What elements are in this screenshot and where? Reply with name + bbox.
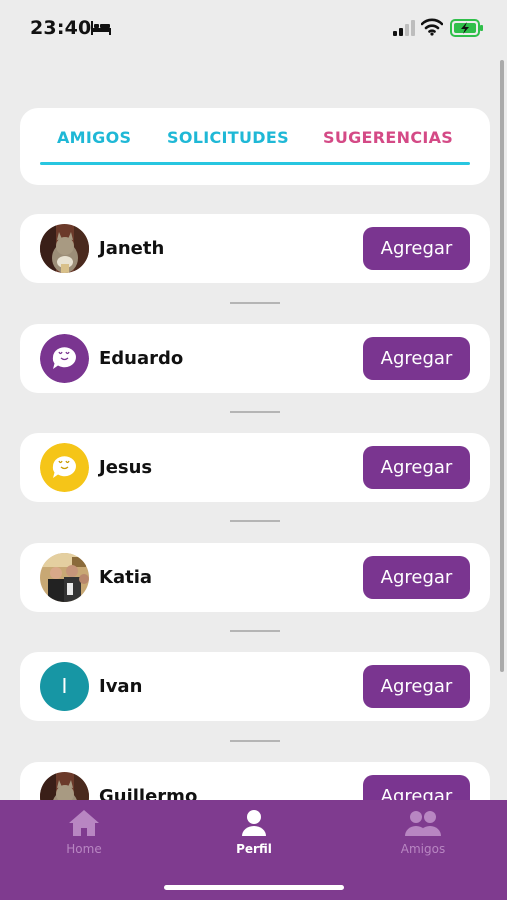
user-name: Ivan [99,676,143,697]
nav-amigos[interactable]: Amigos [373,808,473,856]
user-card-katia: Katia Agregar [20,543,490,612]
add-button[interactable]: Agregar [363,227,470,270]
chat-logo-icon [40,443,89,492]
status-bar: 23:40 [0,0,507,58]
user-card-janeth: Janeth Agregar [20,214,490,283]
avatar [40,224,89,273]
person-icon [242,810,266,836]
user-name: Katia [99,567,153,588]
user-card-ivan: I Ivan Agregar [20,652,490,721]
divider [230,411,280,413]
chat-logo-icon [40,334,89,383]
user-card-jesus: Jesus Agregar [20,433,490,502]
divider [230,740,280,742]
add-button[interactable]: Agregar [363,337,470,380]
nav-home[interactable]: Home [34,808,134,856]
battery-charging-icon [450,19,483,37]
add-button[interactable]: Agregar [363,556,470,599]
nav-amigos-label: Amigos [400,842,446,856]
divider [230,630,280,632]
avatar-initial: I [40,662,89,711]
home-indicator[interactable] [164,885,344,890]
user-name: Jesus [99,457,153,478]
nav-home-label: Home [66,842,102,856]
tab-solicitudes[interactable]: SOLICITUDES [167,128,289,147]
status-time: 23:40 [30,17,92,39]
tab-sugerencias[interactable]: SUGERENCIAS [323,128,453,147]
divider [230,302,280,304]
user-name: Eduardo [99,348,184,369]
user-name: Janeth [99,238,165,259]
avatar [40,553,89,602]
nav-perfil[interactable]: Perfil [204,808,304,856]
scrollbar[interactable] [500,60,504,672]
home-icon [69,810,99,836]
bed-icon [91,21,111,35]
divider [230,520,280,522]
add-button[interactable]: Agregar [363,665,470,708]
signal-icon [393,20,415,36]
wifi-icon [421,18,443,36]
tabs-card: AMIGOS SOLICITUDES SUGERENCIAS [20,108,490,185]
group-icon [405,811,441,836]
user-card-eduardo: Eduardo Agregar [20,324,490,393]
add-button[interactable]: Agregar [363,446,470,489]
nav-perfil-label: Perfil [236,842,272,856]
tab-underline [40,162,470,165]
tab-amigos[interactable]: AMIGOS [57,128,131,147]
